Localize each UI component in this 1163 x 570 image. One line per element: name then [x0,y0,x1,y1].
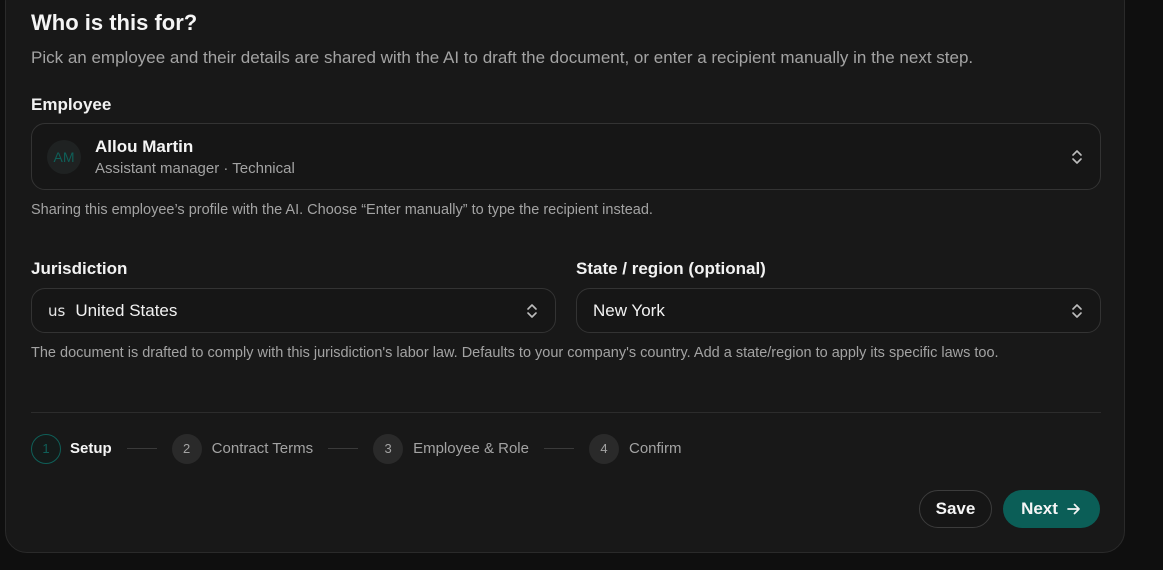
step-4-indicator[interactable]: 4 [589,433,619,464]
employee-details: Assistant manager · Technical [95,159,295,177]
save-button[interactable]: Save [919,490,992,528]
page-subtitle: Pick an employee and their details are s… [31,48,974,67]
jurisdiction-select[interactable]: us United States [31,288,556,333]
region-label: State / region (optional) [576,259,766,278]
employee-select[interactable]: AM Allou Martin Assistant manager · Tech… [31,123,1101,190]
next-button-label: Next [1021,499,1058,518]
flag-icon: us [48,301,66,320]
chevron-up-down-icon [1072,149,1082,164]
chevron-up-down-icon [1072,303,1082,318]
region-select[interactable]: New York [576,288,1101,333]
jurisdiction-label: Jurisdiction [31,259,128,278]
step-4-label[interactable]: Confirm [629,440,682,457]
step-3-indicator[interactable]: 3 [373,433,404,464]
page-title: Who is this for? [31,10,198,35]
step-1-indicator[interactable]: 1 [31,433,61,464]
chevron-up-down-icon [527,303,537,318]
employee-label: Employee [31,95,112,114]
form-card [5,0,1125,553]
step-2-label[interactable]: Contract Terms [212,440,313,457]
step-connector [544,448,574,449]
employee-help-text: Sharing this employee’s profile with the… [31,202,653,218]
step-1-label[interactable]: Setup [70,440,112,457]
region-value: New York [593,300,665,320]
step-3-label[interactable]: Employee & Role [413,440,529,457]
jurisdiction-help-text: The document is drafted to comply with t… [31,345,999,361]
employee-info: Allou Martin Assistant manager · Technic… [95,137,295,177]
step-2-indicator[interactable]: 2 [171,433,202,464]
employee-name: Allou Martin [95,136,194,156]
jurisdiction-value: United States [75,300,178,320]
step-connector [328,448,359,449]
arrow-right-icon [1067,503,1080,515]
next-button[interactable]: Next [1003,490,1100,528]
save-button-label: Save [935,499,976,518]
step-connector [126,448,157,449]
divider [31,412,1101,413]
avatar: AM [47,139,81,174]
stepper: 1 Setup 2 Contract Terms 3 Employee & Ro… [31,433,682,464]
